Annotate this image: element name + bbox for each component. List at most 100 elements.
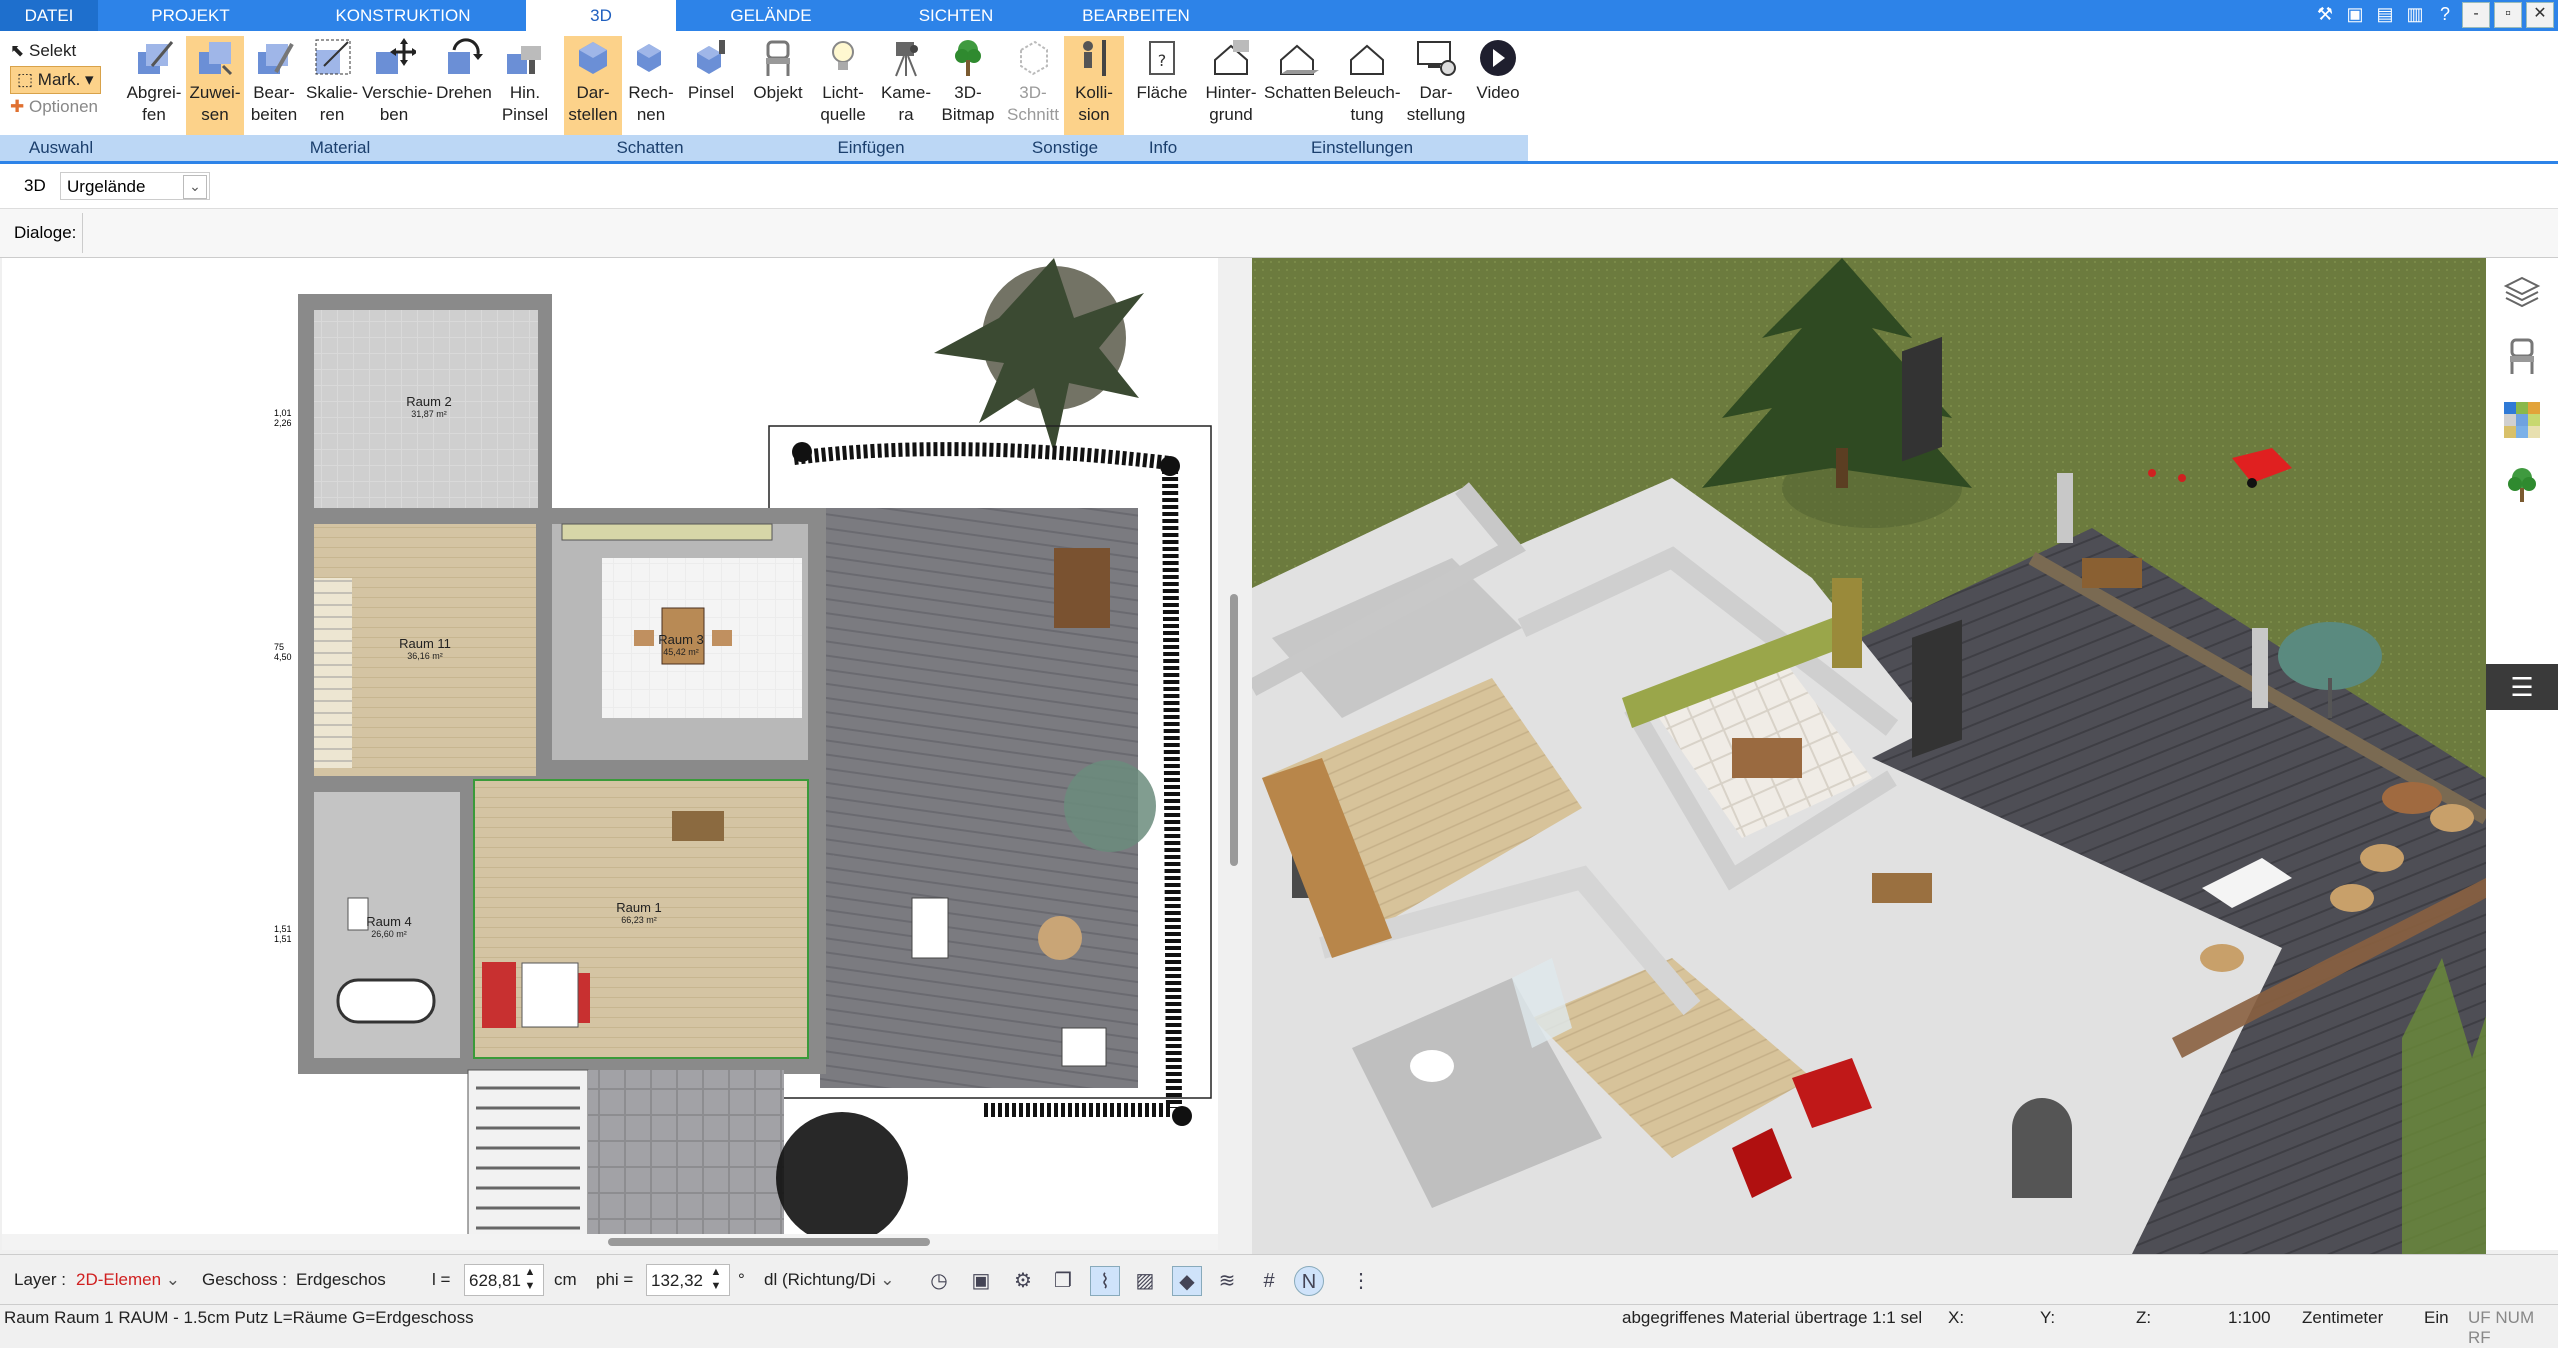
toilet-3d: [1410, 1050, 1454, 1082]
house-shadow-icon: [1280, 44, 1319, 75]
phi-stepper[interactable]: ▲ ▼: [704, 1265, 728, 1295]
tab-sichten[interactable]: SICHTEN: [866, 0, 1046, 31]
beleuchtung-button[interactable]: Beleuch- tung: [1332, 36, 1402, 136]
tree-icon: [955, 40, 981, 76]
room-label-1: Raum 1 66,23 m²: [616, 900, 662, 925]
zuweisen-button[interactable]: Zuwei- sen: [186, 36, 244, 136]
schatten-pinsel-button[interactable]: Pinsel: [682, 36, 740, 136]
schatten-einstellung-button[interactable]: Schatten: [1264, 36, 1331, 136]
object-snap-icon[interactable]: ⚙: [1008, 1266, 1038, 1296]
kollision-button[interactable]: Kolli- sion: [1064, 36, 1124, 136]
geschoss-select[interactable]: Erdgeschos ⌄: [292, 1264, 404, 1321]
layer-select[interactable]: Urgelände ⌄: [60, 172, 210, 200]
tab-bearbeiten[interactable]: BEARBEITEN: [1046, 0, 1226, 31]
layers-stack-icon[interactable]: ≋: [1212, 1266, 1242, 1296]
optionen-command[interactable]: ✚ Optionen: [10, 94, 98, 120]
close-button[interactable]: ✕: [2526, 2, 2554, 28]
cursor-icon: ⬉: [10, 41, 25, 60]
skalieren-button[interactable]: Skalie- ren: [304, 36, 360, 136]
darstellung-button[interactable]: Dar- stellung: [1404, 36, 1468, 136]
z-coordinate: Z:: [2136, 1308, 2152, 1327]
objekt-button[interactable]: Objekt: [748, 36, 808, 136]
verschieben-button[interactable]: Verschie- ben: [362, 36, 433, 136]
status-toolbar: Layer : 2D-Elemen ⌄ Geschoss : Erdgescho…: [0, 1254, 2558, 1321]
3d-bitmap-button[interactable]: 3D- Bitmap: [938, 36, 998, 136]
chevron-down-icon: ⌄: [165, 1270, 181, 1289]
plant-icon[interactable]: [2502, 464, 2542, 504]
camera-icon: [895, 42, 918, 77]
video-button[interactable]: Video: [1470, 36, 1526, 136]
tab-datei[interactable]: DATEI: [0, 0, 98, 31]
scrollbar-thumb[interactable]: [608, 1238, 930, 1246]
horizontal-scrollbar[interactable]: [2, 1234, 1218, 1250]
help-icon[interactable]: ?: [2432, 2, 2458, 26]
abgreifen-button[interactable]: Abgrei- fen: [124, 36, 184, 136]
minimize-button[interactable]: -: [2462, 2, 2490, 28]
shadow-brush-icon: [697, 40, 725, 74]
hintergrund-button[interactable]: Hinter- grund: [1198, 36, 1264, 136]
material-palette-icon[interactable]: [2502, 400, 2542, 440]
layout-icon[interactable]: ▤: [2372, 2, 2398, 26]
hatch-icon[interactable]: ▨: [1130, 1266, 1160, 1296]
plane-icon[interactable]: ◆: [1172, 1266, 1202, 1296]
kamera-button[interactable]: Kame- ra: [876, 36, 936, 136]
mark-icon: ⬚: [17, 70, 34, 89]
mark-command[interactable]: ⬚ Mark. ▾: [10, 66, 101, 94]
rechnen-button[interactable]: Rech- nen: [624, 36, 678, 136]
group-material: Material: [122, 135, 560, 161]
tab-3d[interactable]: 3D: [526, 0, 676, 31]
vertical-scrollbar-thumb[interactable]: [1230, 594, 1238, 866]
paving: [588, 1070, 784, 1250]
3d-schnitt-button[interactable]: 3D- Schnitt: [1004, 36, 1062, 136]
bearbeiten-button[interactable]: Bear- beiten: [246, 36, 302, 136]
lichtquelle-button[interactable]: Licht- quelle: [812, 36, 874, 136]
window-icon[interactable]: ▣: [2342, 2, 2368, 26]
kitchen-counter: [561, 523, 773, 541]
flaeche-button[interactable]: ? Fläche: [1134, 36, 1190, 136]
hin-pinsel-button[interactable]: Hin. Pinsel: [498, 36, 552, 136]
layer-select[interactable]: 2D-Elemen ⌄: [72, 1264, 186, 1296]
group-einfuegen: Einfügen: [742, 135, 1002, 161]
svg-text:?: ?: [1158, 51, 1167, 70]
room-label-11: Raum 11 36,16 m²: [399, 636, 451, 661]
north-icon[interactable]: N: [1294, 1266, 1324, 1296]
tab-gelaende[interactable]: GELÄNDE: [676, 0, 866, 31]
sidebar-menu-button[interactable]: ☰: [2486, 664, 2558, 710]
lounger: [1061, 1027, 1107, 1067]
clock-icon[interactable]: ◷: [924, 1266, 954, 1296]
move-icon: [376, 38, 416, 74]
view-splitter[interactable]: [1218, 258, 1251, 1250]
tab-konstruktion[interactable]: KONSTRUKTION: [283, 0, 523, 31]
drehen-button[interactable]: Drehen: [432, 36, 496, 136]
copy-icon[interactable]: ❐: [1048, 1266, 1078, 1296]
tools-icon[interactable]: ⚒: [2312, 2, 2338, 26]
line-snap-icon[interactable]: ⌇: [1090, 1266, 1120, 1296]
chevron-down-icon[interactable]: ⌄: [183, 175, 207, 199]
group-einstellungen: Einstellungen: [1196, 135, 1530, 161]
bush-symbol: [776, 1112, 908, 1244]
rotate-icon: [448, 38, 483, 74]
panel-icon[interactable]: ▥: [2402, 2, 2428, 26]
darstellen-button[interactable]: Dar- stellen: [564, 36, 622, 136]
grid-icon[interactable]: #: [1254, 1266, 1284, 1296]
phi-unit: °: [738, 1270, 745, 1289]
x-coordinate: X:: [1948, 1308, 1965, 1327]
more-icon[interactable]: ⋮: [1346, 1266, 1376, 1296]
3d-render-canvas[interactable]: [1252, 258, 2486, 1254]
restore-button[interactable]: ▫: [2494, 2, 2522, 28]
layers-icon[interactable]: [2502, 274, 2542, 314]
phi-label: phi =: [596, 1270, 634, 1289]
floor-plan-canvas[interactable]: [2, 258, 1218, 1250]
dl-select[interactable]: dl (Richtung/Di ⌄: [760, 1264, 906, 1296]
play-icon: [1480, 40, 1516, 76]
length-stepper[interactable]: ▲ ▼: [518, 1265, 542, 1295]
plus-icon: ✚: [10, 97, 25, 116]
tab-projekt[interactable]: PROJEKT: [98, 0, 283, 31]
chair-icon[interactable]: [2502, 336, 2542, 376]
3d-view[interactable]: [1252, 258, 2486, 1254]
floor-plan-view[interactable]: Raum 2 31,87 m² Raum 11 36,16 m² Raum 3 45,…: [2, 258, 1218, 1250]
monitor-icon[interactable]: ▣: [966, 1266, 996, 1296]
display-settings-icon: [1417, 41, 1456, 76]
selekt-command[interactable]: ⬉ Selekt: [10, 38, 76, 64]
room-label-2: Raum 2 31,87 m²: [406, 394, 452, 419]
